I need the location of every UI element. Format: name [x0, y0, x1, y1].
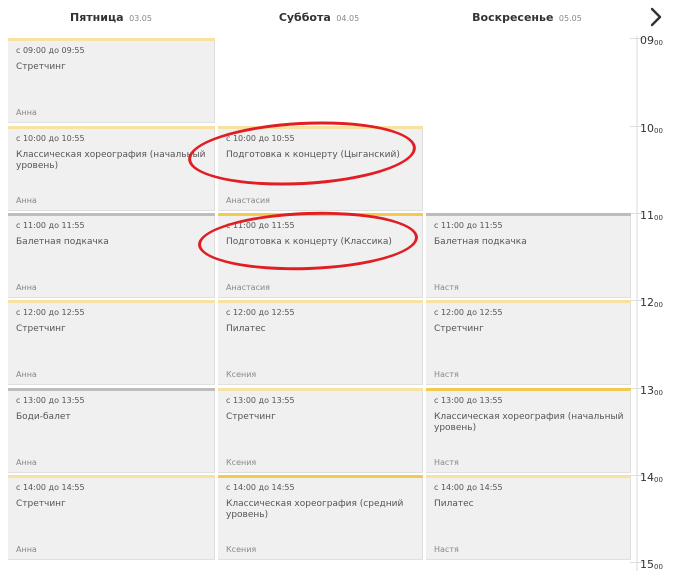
lesson-card-friday-0900[interactable]: с 09:00 до 09:55 Стретчинг Анна — [8, 38, 215, 123]
lesson-coach: Настя — [434, 370, 459, 379]
time-label-12: 1200 — [640, 296, 663, 309]
lesson-time: с 13:00 до 13:55 — [16, 396, 85, 405]
lesson-card-friday-1400[interactable]: с 14:00 до 14:55 Стретчинг Анна — [8, 475, 215, 560]
lesson-name: Балетная подкачка — [434, 237, 527, 247]
schedule-header: Пятница 03.05 Суббота 04.05 Воскресенье … — [0, 0, 680, 36]
lesson-card-sunday-1400[interactable]: с 14:00 до 14:55 Пилатес Настя — [426, 475, 631, 560]
lesson-name: Стретчинг — [434, 324, 484, 334]
lesson-coach: Ксения — [226, 370, 257, 379]
lesson-card-sunday-1200[interactable]: с 12:00 до 12:55 Стретчинг Настя — [426, 300, 631, 385]
day-name: Суббота — [278, 11, 331, 24]
day-name: Пятница — [70, 11, 124, 24]
lesson-coach: Настя — [434, 458, 459, 467]
day-date: 03.05 — [129, 14, 152, 23]
lesson-card-friday-1100[interactable]: с 11:00 до 11:55 Балетная подкачка Анна — [8, 213, 215, 298]
lesson-name: Пилатес — [226, 324, 266, 334]
lesson-coach: Ксения — [226, 545, 257, 554]
lesson-card-friday-1200[interactable]: с 12:00 до 12:55 Стретчинг Анна — [8, 300, 215, 385]
lesson-time: с 12:00 до 12:55 — [16, 308, 85, 317]
lesson-time: с 09:00 до 09:55 — [16, 46, 85, 55]
lesson-time: с 11:00 до 11:55 — [16, 221, 85, 230]
lesson-name: Стретчинг — [226, 412, 276, 422]
lesson-time: с 14:00 до 14:55 — [226, 483, 295, 492]
lesson-coach: Анна — [16, 458, 37, 467]
lesson-coach: Анастасия — [226, 283, 270, 292]
lesson-name: Боди-балет — [16, 412, 71, 422]
day-header-friday: Пятница 03.05 — [8, 11, 214, 24]
day-date: 05.05 — [558, 14, 582, 23]
lesson-card-friday-1000[interactable]: с 10:00 до 10:55 Классическая хореографи… — [8, 126, 215, 211]
lesson-time: с 10:00 до 10:55 — [16, 134, 85, 143]
lesson-coach: Анна — [16, 108, 37, 117]
lesson-card-saturday-1400[interactable]: с 14:00 до 14:55 Классическая хореографи… — [218, 475, 423, 560]
lesson-name: Пилатес — [434, 499, 474, 509]
lesson-coach: Настя — [434, 545, 459, 554]
lesson-time: с 14:00 до 14:55 — [434, 483, 503, 492]
time-label-14: 1400 — [640, 471, 663, 484]
chevron-right-icon — [650, 7, 662, 27]
lesson-card-sunday-1100[interactable]: с 11:00 до 11:55 Балетная подкачка Настя — [426, 213, 631, 298]
lesson-time: с 12:00 до 12:55 — [226, 308, 295, 317]
lesson-coach: Настя — [434, 283, 459, 292]
lesson-coach: Ксения — [226, 458, 257, 467]
lesson-name: Стретчинг — [16, 62, 66, 72]
lesson-card-saturday-1300[interactable]: с 13:00 до 13:55 Стретчинг Ксения — [218, 388, 423, 473]
lesson-time: с 12:00 до 12:55 — [434, 308, 503, 317]
lesson-name: Классическая хореография (начальный уров… — [434, 412, 624, 433]
lesson-card-sunday-1300[interactable]: с 13:00 до 13:55 Классическая хореографи… — [426, 388, 631, 473]
day-date: 04.05 — [336, 14, 360, 23]
lesson-time: с 13:00 до 13:55 — [226, 396, 295, 405]
lesson-card-friday-1300[interactable]: с 13:00 до 13:55 Боди-балет Анна — [8, 388, 215, 473]
day-header-sunday: Воскресенье 05.05 — [424, 11, 630, 24]
day-name: Воскресенье — [472, 11, 554, 24]
lesson-coach: Анна — [16, 196, 37, 205]
day-header-saturday: Суббота 04.05 — [216, 11, 422, 24]
lesson-name: Балетная подкачка — [16, 237, 109, 247]
time-label-11: 1100 — [640, 209, 663, 222]
lesson-name: Классическая хореография (средний уровен… — [226, 499, 404, 520]
lesson-name: Стретчинг — [16, 499, 66, 509]
time-axis — [636, 36, 638, 571]
time-label-10: 1000 — [640, 122, 663, 135]
lesson-time: с 11:00 до 11:55 — [434, 221, 503, 230]
lesson-card-saturday-1200[interactable]: с 12:00 до 12:55 Пилатес Ксения — [218, 300, 423, 385]
lesson-coach: Анна — [16, 283, 37, 292]
lesson-name: Стретчинг — [16, 324, 66, 334]
lesson-time: с 14:00 до 14:55 — [16, 483, 85, 492]
lesson-coach: Анна — [16, 545, 37, 554]
lesson-coach: Анастасия — [226, 196, 270, 205]
lesson-coach: Анна — [16, 370, 37, 379]
lesson-name: Классическая хореография (начальный уров… — [16, 150, 206, 171]
time-label-13: 1300 — [640, 384, 663, 397]
time-label-15: 1500 — [640, 558, 663, 571]
time-label-09: 0900 — [640, 34, 663, 47]
next-week-button[interactable] — [644, 4, 668, 30]
lesson-time: с 13:00 до 13:55 — [434, 396, 503, 405]
